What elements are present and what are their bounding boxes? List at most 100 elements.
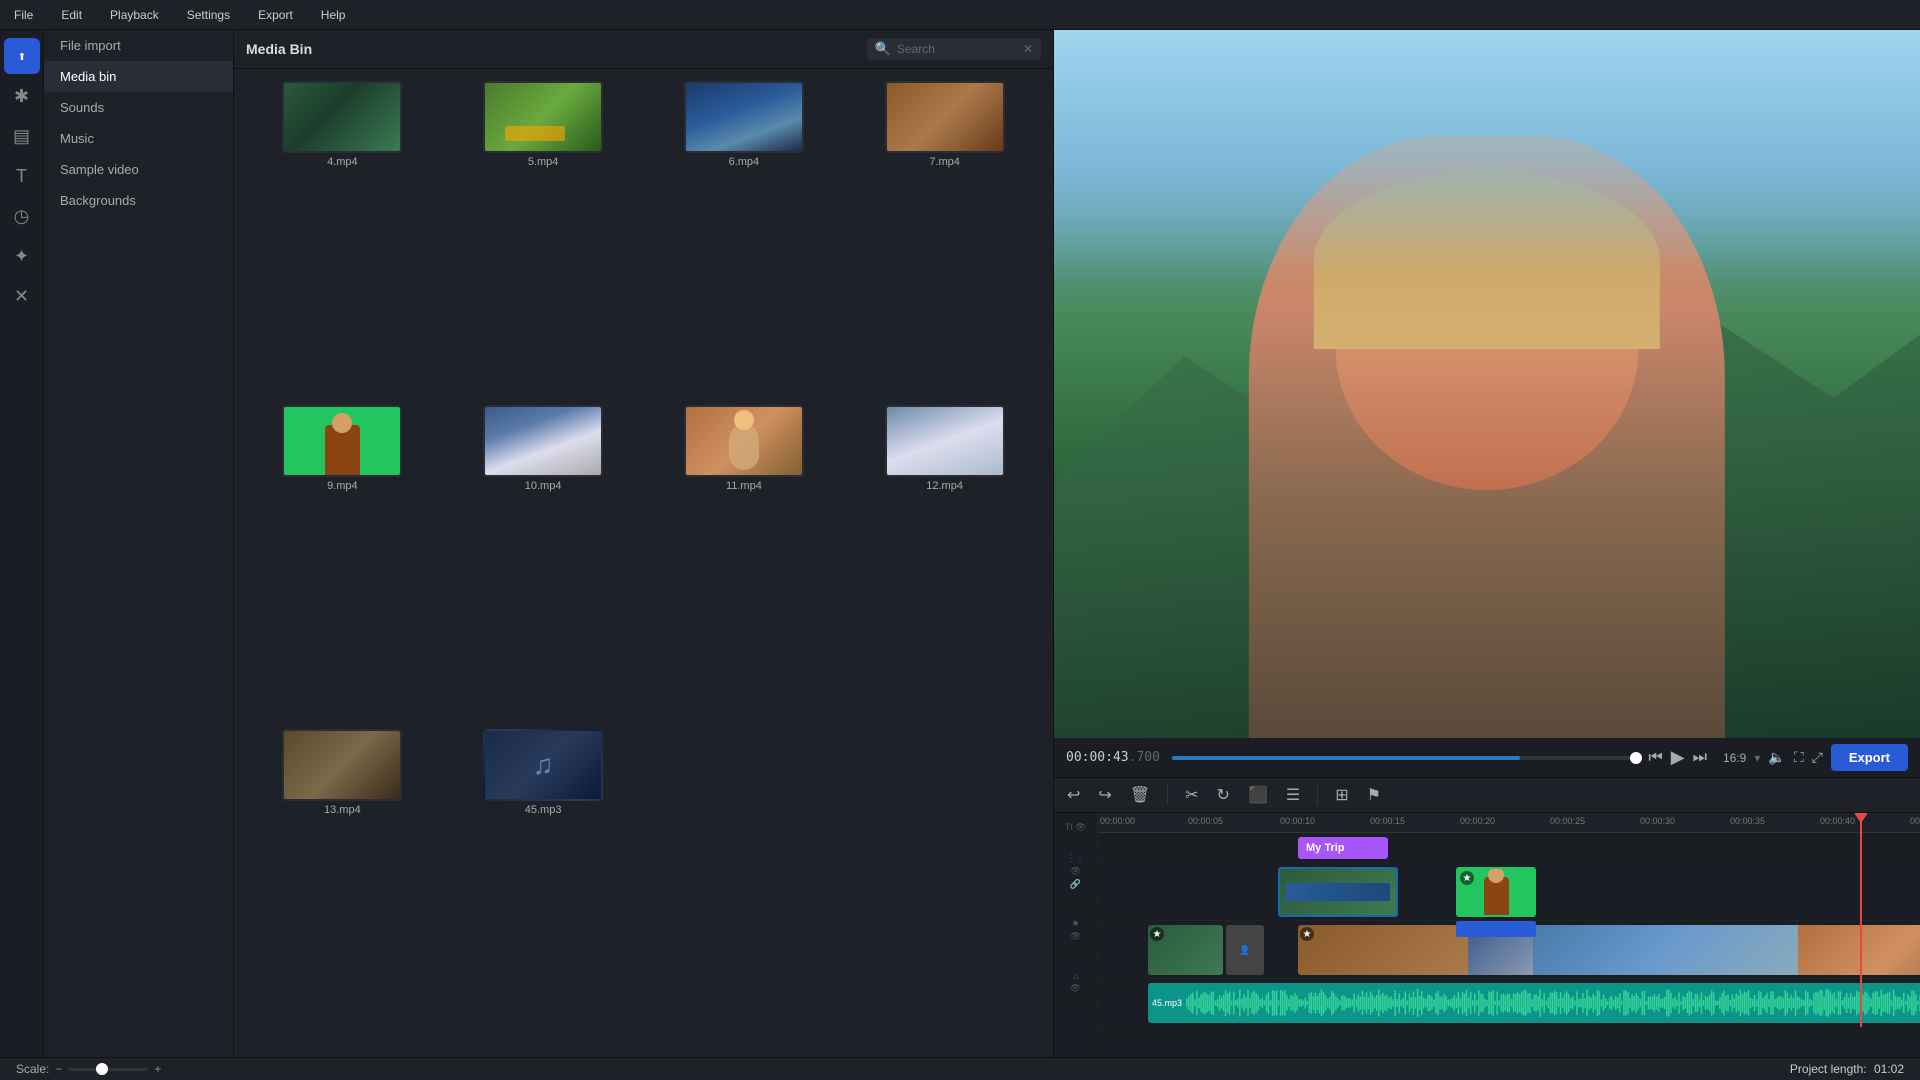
search-input[interactable] <box>897 42 1017 56</box>
scale-label: Scale: <box>16 1062 49 1076</box>
skip-forward-button[interactable]: ⏭ <box>1693 749 1707 767</box>
sidebar-icon-transform[interactable]: ✱ <box>4 78 40 114</box>
left-panel-item-music[interactable]: Music <box>44 123 233 154</box>
main-clip-1-star: ★ <box>1150 927 1164 941</box>
add-track-button[interactable]: ⊞ <box>1330 782 1353 808</box>
playhead[interactable] <box>1860 813 1862 1027</box>
rotate-button[interactable]: ↻ <box>1212 782 1235 808</box>
sidebar-icon-import[interactable]: ⬆ <box>4 38 40 74</box>
menu-item-file[interactable]: File <box>8 4 39 26</box>
progress-fill <box>1172 756 1520 760</box>
media-label-5mp4: 5.mp4 <box>528 156 559 168</box>
video-overlay-track-row: ★ <box>1098 863 1920 921</box>
media-thumb-11mp4[interactable] <box>684 405 804 477</box>
left-panel-item-media-bin[interactable]: Media bin <box>44 61 233 92</box>
media-item-6mp4[interactable]: 6.mp4 <box>648 81 841 397</box>
ruler-mark-10: 00:00:10 <box>1280 813 1315 827</box>
main-clip-1[interactable]: ★ <box>1148 925 1223 975</box>
menu-item-settings[interactable]: Settings <box>181 4 236 26</box>
media-item-4mp4[interactable]: 4.mp4 <box>246 81 439 397</box>
media-item-10mp4[interactable]: 10.mp4 <box>447 405 640 721</box>
audio-clip[interactable]: 45.mp3 // Will render via JS below <box>1148 983 1920 1023</box>
main-video-eye-icon[interactable]: 👁 <box>1070 931 1081 942</box>
audio-track-note-icon: ♫ <box>1072 971 1079 981</box>
sidebar-icon-layers[interactable]: ▤ <box>4 118 40 154</box>
left-panel-item-sample-video[interactable]: Sample video <box>44 154 233 185</box>
media-thumb-45mp3[interactable]: ♫ <box>483 729 603 801</box>
progress-bar[interactable] <box>1172 756 1636 760</box>
cut-button[interactable]: ✂ <box>1180 782 1203 808</box>
media-item-7mp4[interactable]: 7.mp4 <box>848 81 1041 397</box>
project-length-label: Project length: <box>1790 1062 1867 1076</box>
media-thumb-6mp4[interactable] <box>684 81 804 153</box>
media-thumb-10mp4[interactable] <box>483 405 603 477</box>
sidebar-icon-tools[interactable]: ✕ <box>4 278 40 314</box>
scale-plus-icon[interactable]: + <box>154 1062 161 1076</box>
search-clear-icon[interactable]: ✕ <box>1023 42 1033 56</box>
timeline-ruler: 00:00:00 00:00:05 00:00:10 00:00:15 00:0… <box>1098 813 1920 833</box>
undo-button[interactable]: ↩ <box>1062 782 1085 808</box>
media-thumb-12mp4[interactable] <box>885 405 1005 477</box>
crop-button[interactable]: ⬛ <box>1243 782 1273 808</box>
video-overlay-move-icon[interactable]: ⋮⋮ <box>1067 853 1085 864</box>
media-item-12mp4[interactable]: 12.mp4 <box>848 405 1041 721</box>
search-box: 🔍 ✕ <box>867 38 1041 60</box>
sidebar-icon-clock[interactable]: ◷ <box>4 198 40 234</box>
menu-item-help[interactable]: Help <box>315 4 352 26</box>
media-thumb-5mp4[interactable] <box>483 81 603 153</box>
play-button[interactable]: ▶ <box>1671 747 1685 768</box>
project-length: Project length: 01:02 <box>1790 1062 1904 1076</box>
media-item-5mp4[interactable]: 5.mp4 <box>447 81 640 397</box>
media-item-45mp3[interactable]: ♫ 45.mp3 <box>447 729 640 1045</box>
menu-item-export[interactable]: Export <box>252 4 299 26</box>
main-video-strip[interactable]: ★ <box>1298 925 1920 975</box>
ruler-mark-15: 00:00:15 <box>1370 813 1405 827</box>
media-thumb-4mp4[interactable] <box>282 81 402 153</box>
left-panel-item-backgrounds[interactable]: Backgrounds <box>44 185 233 216</box>
text-track-eye-icon[interactable]: 👁 <box>1075 822 1086 833</box>
audio-clip-label: 45.mp3 <box>1152 998 1182 1008</box>
aspect-ratio-dropdown-icon[interactable]: ▾ <box>1754 751 1760 765</box>
media-item-13mp4[interactable]: 13.mp4 <box>246 729 439 1045</box>
menu-item-edit[interactable]: Edit <box>55 4 88 26</box>
left-panel-item-sounds[interactable]: Sounds <box>44 92 233 123</box>
media-label-12mp4: 12.mp4 <box>926 480 963 492</box>
timeline-inner: 00:00:00 00:00:05 00:00:10 00:00:15 00:0… <box>1098 813 1920 1027</box>
text-clip-my-trip[interactable]: My Trip <box>1298 837 1388 859</box>
scale-slider[interactable] <box>68 1068 148 1071</box>
delete-button[interactable]: 🗑 <box>1125 782 1155 808</box>
left-panel-item-file-import[interactable]: File import <box>44 30 233 61</box>
video-overlay-link-icon[interactable]: 🔗 <box>1070 879 1081 890</box>
redo-button[interactable]: ↪ <box>1093 782 1116 808</box>
export-button[interactable]: Export <box>1831 744 1908 771</box>
menu-item-playback[interactable]: Playback <box>104 4 165 26</box>
media-item-9mp4[interactable]: 9.mp4 <box>246 405 439 721</box>
scale-minus-icon[interactable]: − <box>55 1062 62 1076</box>
sidebar-icon-star[interactable]: ✦ <box>4 238 40 274</box>
sidebar-icons: ⬆ ✱ ▤ T ◷ ✦ ✕ <box>0 30 44 1057</box>
timeline-area: ↩ ↪ 🗑 ✂ ↻ ⬛ ☰ ⊞ ⚑ Tt <box>1054 777 1920 1057</box>
media-label-11mp4: 11.mp4 <box>726 480 762 492</box>
overlay-mountain-clip[interactable] <box>1278 867 1398 917</box>
media-thumb-7mp4[interactable] <box>885 81 1005 153</box>
marker-button[interactable]: ⚑ <box>1362 782 1386 808</box>
video-overlay-eye-icon[interactable]: 👁 <box>1070 866 1081 877</box>
sidebar-icon-text[interactable]: T <box>4 158 40 194</box>
media-thumb-9mp4[interactable] <box>282 405 402 477</box>
skip-back-button[interactable]: ⏮ <box>1648 749 1662 767</box>
text-track-icons: Tt 👁 <box>1065 822 1086 833</box>
media-thumb-13mp4[interactable] <box>282 729 402 801</box>
overlay-green-clip[interactable]: ★ <box>1456 867 1536 917</box>
main-clip-2[interactable]: 👤 <box>1226 925 1264 975</box>
volume-icon[interactable]: 🔈 <box>1768 749 1785 766</box>
media-item-11mp4[interactable]: 11.mp4 <box>648 405 841 721</box>
media-label-45mp3: 45.mp3 <box>525 804 562 816</box>
audio-track-eye-icon[interactable]: 👁 <box>1070 983 1081 994</box>
fullscreen-icon[interactable]: ⛶ <box>1794 749 1804 766</box>
expand-icon[interactable]: ⤢ <box>1812 749 1823 766</box>
main-strip-snow <box>1533 925 1798 975</box>
media-label-13mp4: 13.mp4 <box>324 804 361 816</box>
media-label-4mp4: 4.mp4 <box>327 156 358 168</box>
effects-button[interactable]: ☰ <box>1281 782 1305 808</box>
timeline-scroll-area[interactable]: 00:00:00 00:00:05 00:00:10 00:00:15 00:0… <box>1098 813 1920 1057</box>
